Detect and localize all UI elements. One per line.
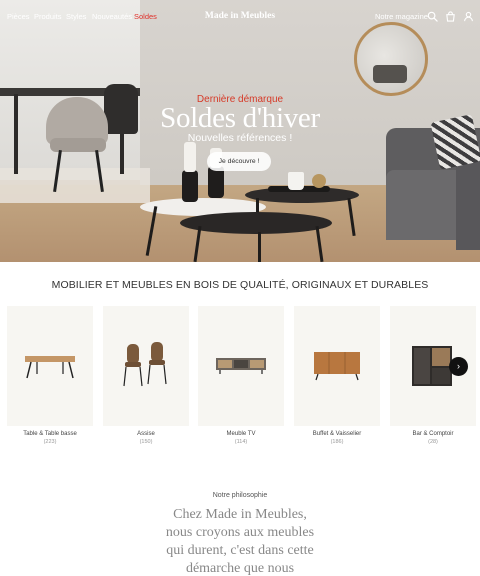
category-label: Table & Table basse xyxy=(23,431,77,437)
hero-rug xyxy=(0,168,150,203)
category-card-assise[interactable]: Assise (150) xyxy=(103,306,189,445)
nav-link-soldes[interactable]: Soldes xyxy=(134,12,157,21)
hero-title: Soldes d'hiver xyxy=(160,102,320,134)
philosophy-text: Chez Made in Meubles, nous croyons aux m… xyxy=(165,507,315,576)
dining-table-leg xyxy=(14,94,18,174)
chevron-right-icon: › xyxy=(457,361,460,371)
hero-banner[interactable]: Dernière démarque Soldes d'hiver Nouvell… xyxy=(0,0,480,262)
category-image xyxy=(198,306,284,426)
category-card-buffet[interactable]: Buffet & Vaisselier (186) xyxy=(294,306,380,445)
section-title: MOBILIER ET MEUBLES EN BOIS DE QUALITÉ, … xyxy=(51,279,429,291)
nav-link-magazine[interactable]: Notre magazine xyxy=(375,12,428,21)
nav-link-produits[interactable]: Produits xyxy=(34,12,62,21)
brand-logo[interactable]: Made in Meubles xyxy=(190,11,290,21)
candle-holder xyxy=(182,170,198,202)
sideboard-icon xyxy=(314,352,360,381)
hero-subtitle: Nouvelles références ! xyxy=(187,132,293,144)
bag-icon[interactable] xyxy=(445,11,456,22)
top-nav: Pièces Produits Styles Nouveautés Soldes… xyxy=(0,0,480,34)
decor-orb xyxy=(312,174,326,188)
category-count: (223) xyxy=(43,439,57,445)
category-count: (150) xyxy=(139,439,153,445)
category-image xyxy=(103,306,189,426)
search-icon[interactable] xyxy=(427,11,438,22)
hero-cta-button[interactable]: Je découvre ! xyxy=(207,152,271,171)
category-label: Bar & Comptoir xyxy=(412,431,454,437)
sofa-arm xyxy=(456,160,480,250)
user-icon[interactable] xyxy=(463,11,474,22)
candle xyxy=(184,142,196,172)
category-count: (114) xyxy=(234,439,248,445)
category-label: Meuble TV xyxy=(226,431,256,437)
philosophy-eyebrow: Notre philosophie xyxy=(212,492,268,499)
nav-link-nouveautes[interactable]: Nouveautés xyxy=(92,12,132,21)
sofa-cushion xyxy=(430,114,480,170)
chairs-icon xyxy=(123,342,167,387)
category-count: (186) xyxy=(330,439,344,445)
category-image xyxy=(294,306,380,426)
table-leg xyxy=(258,232,261,262)
nav-link-pieces[interactable]: Pièces xyxy=(7,12,30,21)
category-card-table[interactable]: Table & Table basse (223) xyxy=(7,306,93,445)
category-image xyxy=(7,306,93,426)
category-count: (28) xyxy=(428,439,438,445)
category-label: Buffet & Vaisselier xyxy=(312,431,362,437)
category-card-meuble-tv[interactable]: Meuble TV (114) xyxy=(198,306,284,445)
coffee-table-icon xyxy=(25,356,75,379)
cup xyxy=(288,172,304,190)
category-label: Assise xyxy=(137,431,155,437)
carousel-next-button[interactable]: › xyxy=(449,357,468,376)
coffee-table-dark-front xyxy=(180,212,332,234)
tv-stand-icon xyxy=(216,358,266,374)
category-card-bar[interactable]: Bar & Comptoir (28) xyxy=(390,306,476,445)
nav-link-styles[interactable]: Styles xyxy=(66,12,86,21)
